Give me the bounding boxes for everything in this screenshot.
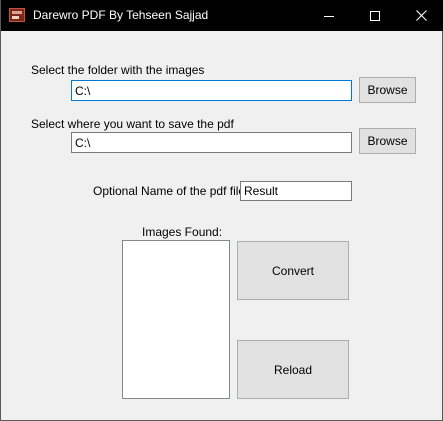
pdf-name-label: Optional Name of the pdf file:: [93, 184, 249, 198]
save-location-label: Select where you want to save the pdf: [31, 117, 234, 131]
app-window: Darewro PDF By Tehseen Sajjad Select the…: [0, 0, 443, 421]
maximize-icon: [370, 10, 380, 21]
images-found-list[interactable]: [122, 240, 230, 399]
images-found-label: Images Found:: [142, 225, 223, 239]
save-location-input[interactable]: [71, 132, 352, 153]
save-browse-button[interactable]: Browse: [359, 128, 416, 154]
minimize-icon: [324, 15, 334, 17]
close-button[interactable]: [398, 0, 443, 31]
minimize-button[interactable]: [306, 0, 352, 31]
reload-button[interactable]: Reload: [237, 340, 349, 399]
maximize-button[interactable]: [352, 0, 398, 31]
source-folder-label: Select the folder with the images: [31, 63, 205, 77]
source-browse-button[interactable]: Browse: [359, 77, 416, 103]
window-title: Darewro PDF By Tehseen Sajjad: [33, 8, 209, 22]
convert-button[interactable]: Convert: [237, 241, 349, 300]
pdf-app-icon: [9, 8, 25, 22]
title-bar[interactable]: Darewro PDF By Tehseen Sajjad: [1, 0, 443, 31]
pdf-name-input[interactable]: [240, 181, 352, 201]
source-folder-input[interactable]: [71, 80, 352, 101]
close-icon: [415, 10, 427, 21]
